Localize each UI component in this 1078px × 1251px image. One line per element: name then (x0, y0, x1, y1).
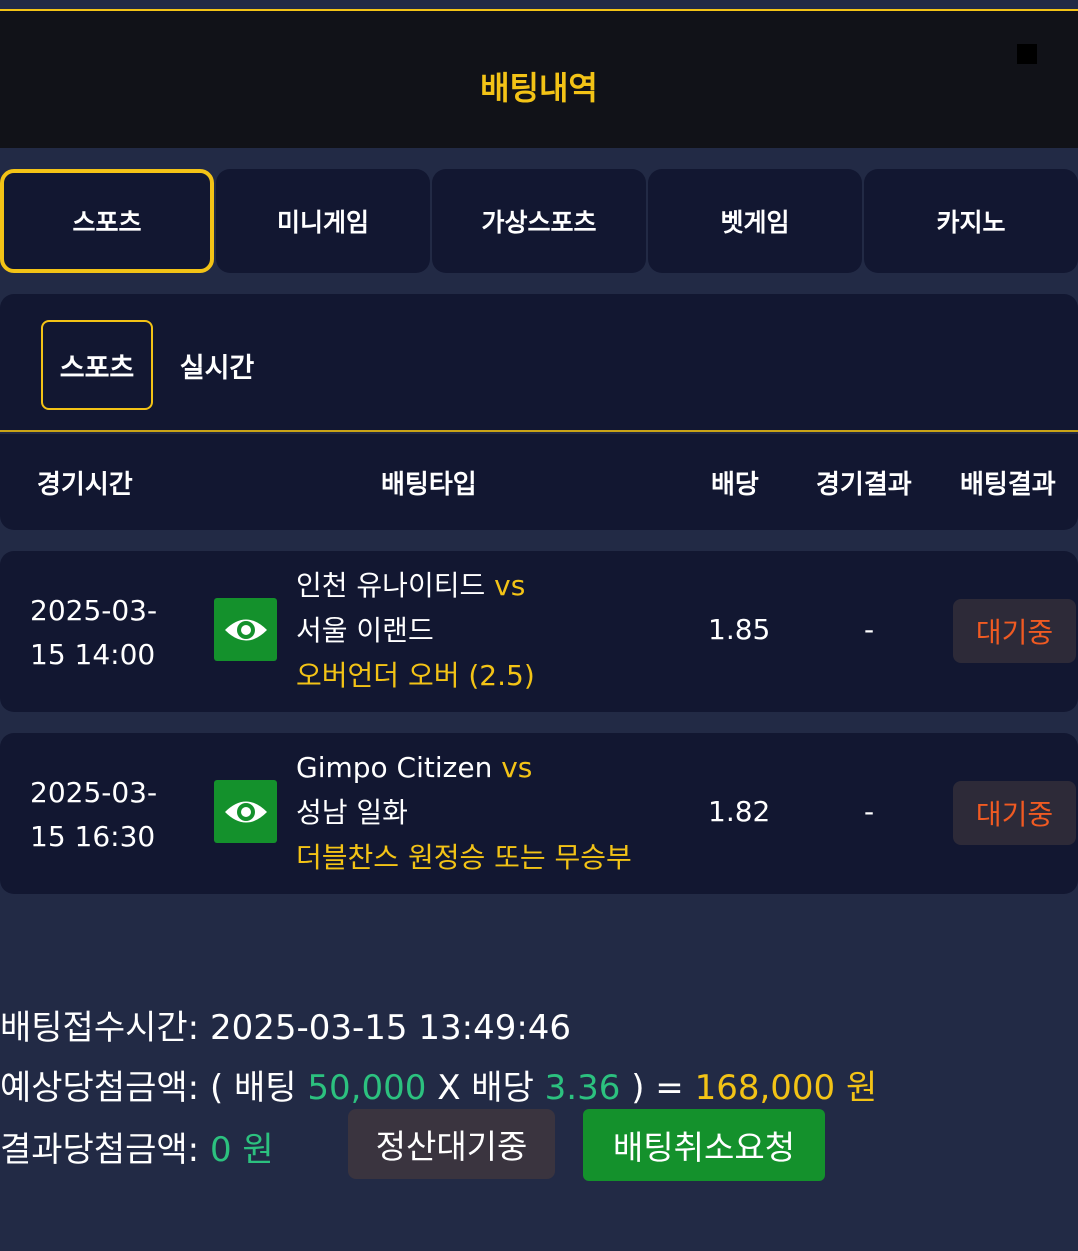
tab-betgame[interactable]: 벳게임 (648, 169, 862, 273)
tab-casino[interactable]: 카지노 (864, 169, 1078, 273)
cancel-bet-button[interactable]: 배팅취소요청 (583, 1109, 825, 1181)
subtab-live[interactable]: 실시간 (168, 320, 266, 410)
game-result: - (864, 613, 875, 646)
match-time: 2025-03- 15 16:30 (30, 776, 158, 853)
result-amount: 0 원 (209, 1130, 274, 1170)
odds-value: 1.82 (708, 795, 771, 828)
vs-label: vs (501, 751, 533, 784)
expected-amount: 168,000 원 (694, 1068, 878, 1108)
table-row: 2025-03- 15 14:00 인천 유나이티드 vs 서울 이랜드 오버언… (0, 551, 1078, 712)
subtab-bar: 스포츠 실시간 (0, 294, 1078, 432)
result-winnings-line: 결과당첨금액: 0 원 (0, 1130, 274, 1170)
table-row: 2025-03- 15 16:30 Gimpo Citizen vs 성남 일화… (0, 733, 1078, 894)
column-header-bet-result: 배팅결과 (960, 470, 1056, 500)
settlement-pending-button[interactable]: 정산대기중 (348, 1109, 555, 1179)
match-info: Gimpo Citizen vs 성남 일화 더블찬스 원정승 또는 무승부 (296, 745, 632, 880)
bet-type: 오버언더 오버 (2.5) (296, 659, 535, 692)
game-result: - (864, 795, 875, 828)
column-header-game-result: 경기결과 (816, 470, 912, 500)
away-team: 성남 일화 (296, 796, 408, 829)
match-info: 인천 유나이티드 vs 서울 이랜드 오버언더 오버 (2.5) (296, 563, 535, 698)
page-title: 배팅내역 (480, 69, 598, 107)
home-team: Gimpo Citizen (296, 751, 493, 784)
status-badge: 대기중 (953, 781, 1076, 845)
view-details-button[interactable] (214, 598, 277, 661)
tab-sports[interactable]: 스포츠 (0, 169, 214, 273)
column-header-time: 경기시간 (37, 470, 133, 500)
eye-icon (224, 801, 267, 822)
eye-icon (224, 619, 267, 640)
tab-minigame[interactable]: 미니게임 (216, 169, 430, 273)
square-icon[interactable] (1017, 44, 1037, 64)
header: 배팅내역 (0, 11, 1078, 148)
odds-value: 1.85 (708, 613, 771, 646)
match-time: 2025-03- 15 14:00 (30, 594, 158, 671)
home-team: 인천 유나이티드 (296, 569, 486, 602)
receipt-time-line: 배팅접수시간: 2025-03-15 13:49:46 (0, 1008, 572, 1048)
away-team: 서울 이랜드 (296, 614, 434, 647)
view-details-button[interactable] (214, 780, 277, 843)
receipt-time: 2025-03-15 13:49:46 (209, 1008, 572, 1048)
bet-amount: 50,000 (307, 1068, 427, 1108)
column-header-bet-type: 배팅타입 (381, 470, 477, 500)
vs-label: vs (494, 569, 526, 602)
category-tabs: 스포츠 미니게임 가상스포츠 벳게임 카지노 (0, 169, 1078, 273)
total-odds: 3.36 (544, 1068, 621, 1108)
bet-type: 더블찬스 원정승 또는 무승부 (296, 841, 632, 874)
tab-virtual-sports[interactable]: 가상스포츠 (432, 169, 646, 273)
expected-winnings-line: 예상당첨금액: ( 배팅 50,000 X 배당 3.36 ) = 168,00… (0, 1068, 878, 1108)
table-header: 경기시간 배팅타입 배당 경기결과 배팅결과 (0, 434, 1078, 530)
status-badge: 대기중 (953, 599, 1076, 663)
subtab-sports[interactable]: 스포츠 (41, 320, 153, 410)
column-header-odds: 배당 (711, 470, 759, 500)
